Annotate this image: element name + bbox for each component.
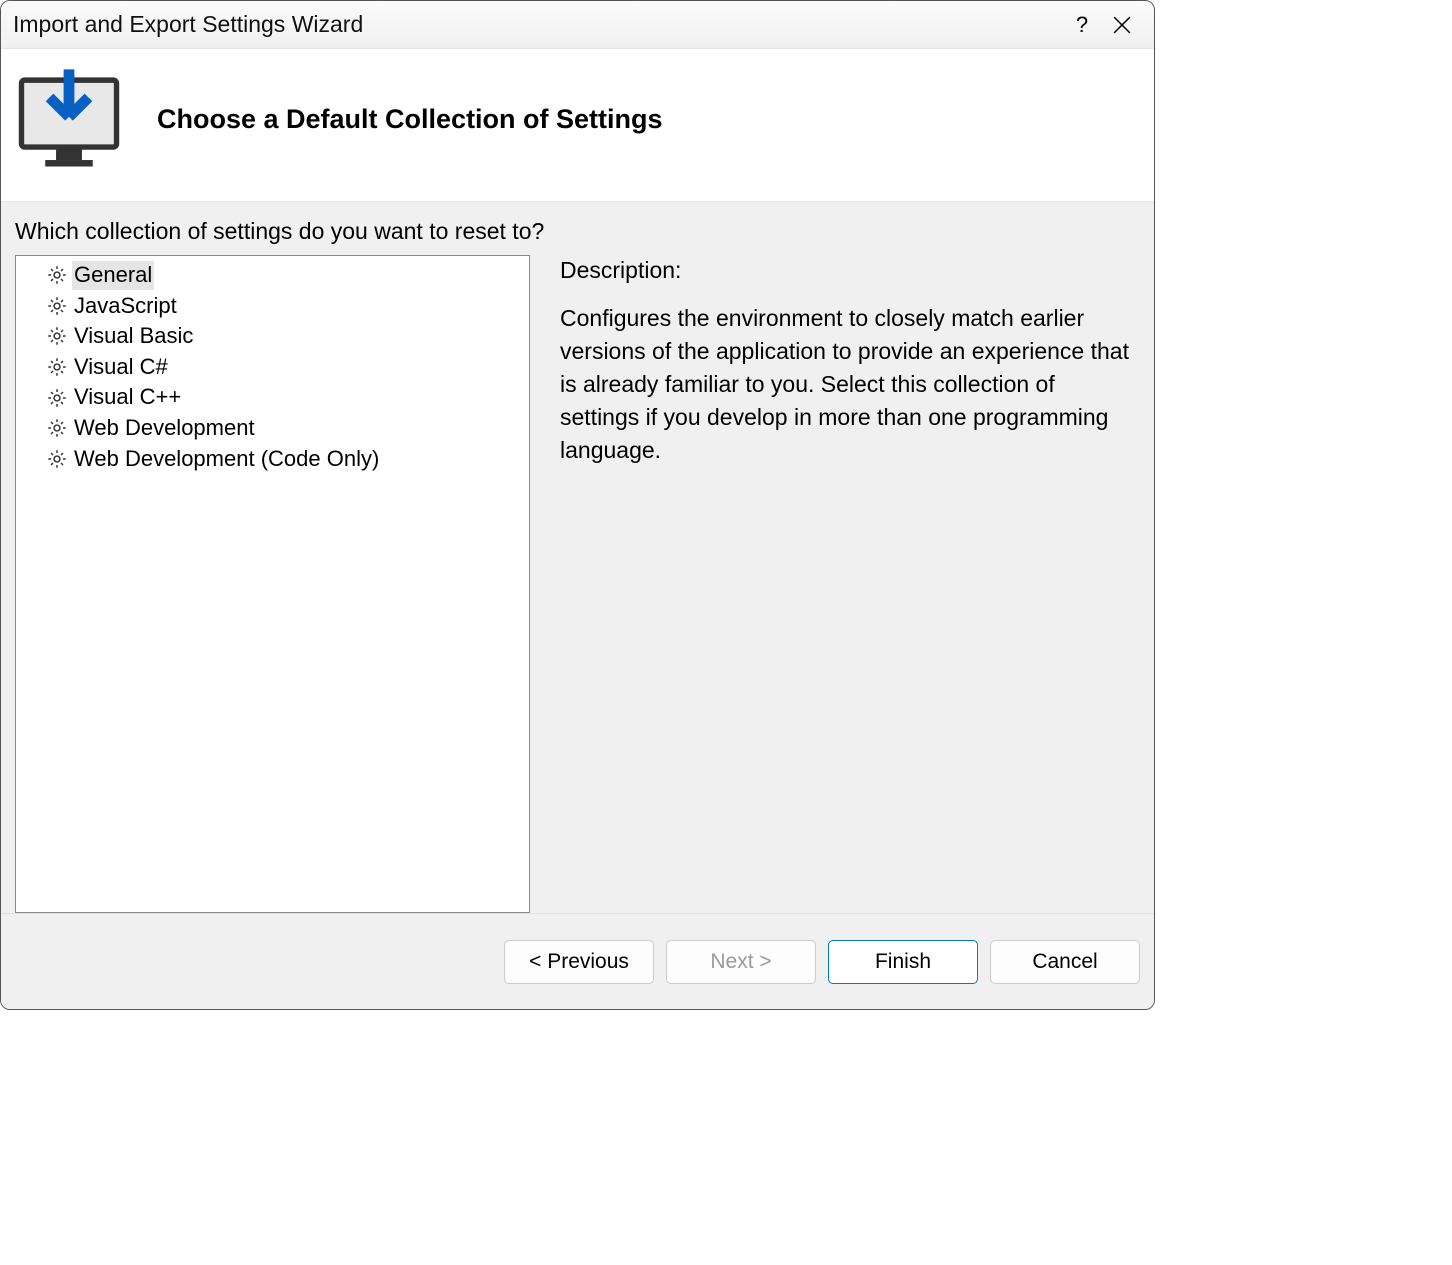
list-item[interactable]: Web Development [16, 413, 529, 444]
list-item[interactable]: Visual C# [16, 352, 529, 383]
wizard-content: Which collection of settings do you want… [1, 202, 1154, 913]
description-text: Configures the environment to closely ma… [560, 302, 1140, 468]
list-item-label: General [72, 261, 154, 290]
prompt-label: Which collection of settings do you want… [15, 218, 1140, 245]
help-icon: ? [1076, 12, 1088, 38]
content-columns: General JavaScript Visual Basic Visual C… [15, 255, 1140, 913]
description-panel: Description: Configures the environment … [560, 255, 1140, 913]
list-item[interactable]: Visual C++ [16, 382, 529, 413]
cancel-button[interactable]: Cancel [990, 940, 1140, 984]
collections-listbox[interactable]: General JavaScript Visual Basic Visual C… [15, 255, 530, 913]
list-item[interactable]: Visual Basic [16, 321, 529, 352]
close-icon [1113, 16, 1131, 34]
list-item-label: Visual C# [72, 353, 170, 382]
list-item-label: Web Development (Code Only) [72, 445, 381, 474]
wizard-header: Choose a Default Collection of Settings [1, 49, 1154, 202]
description-label: Description: [560, 257, 1140, 284]
list-item-label: JavaScript [72, 292, 179, 321]
import-download-monitor-icon [15, 65, 123, 173]
list-item[interactable]: General [16, 260, 529, 291]
previous-button[interactable]: < Previous [504, 940, 654, 984]
help-button[interactable]: ? [1062, 5, 1102, 45]
title-bar: Import and Export Settings Wizard ? [1, 1, 1154, 49]
list-item-label: Visual C++ [72, 383, 183, 412]
list-item-label: Web Development [72, 414, 257, 443]
next-button[interactable]: Next > [666, 940, 816, 984]
wizard-dialog: Import and Export Settings Wizard ? Choo… [0, 0, 1155, 1010]
page-heading: Choose a Default Collection of Settings [157, 104, 663, 135]
list-item-label: Visual Basic [72, 322, 195, 351]
finish-button[interactable]: Finish [828, 940, 978, 984]
list-item[interactable]: JavaScript [16, 291, 529, 322]
close-button[interactable] [1102, 5, 1142, 45]
wizard-footer: < Previous Next > Finish Cancel [1, 913, 1154, 1009]
window-title: Import and Export Settings Wizard [13, 11, 1062, 38]
list-item[interactable]: Web Development (Code Only) [16, 444, 529, 475]
